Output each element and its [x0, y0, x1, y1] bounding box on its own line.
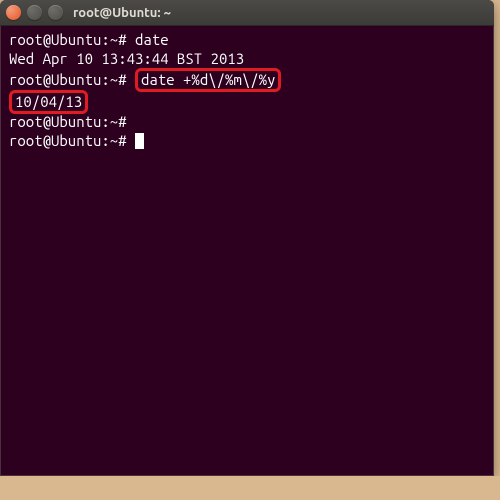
terminal-body[interactable]: root@Ubuntu:~# date Wed Apr 10 13:43:44 …	[0, 26, 494, 476]
terminal-line: 10/04/13	[9, 92, 485, 112]
terminal-line: root@Ubuntu:~# date	[9, 30, 485, 49]
terminal-line: root@Ubuntu:~#	[9, 131, 485, 150]
close-icon[interactable]	[6, 5, 21, 20]
output-text: Wed Apr 10 13:43:44 BST 2013	[9, 50, 244, 67]
terminal-window: root@Ubuntu: ~ root@Ubuntu:~# date Wed A…	[0, 0, 494, 476]
terminal-line: root@Ubuntu:~# date +%d\/%m\/%y	[9, 68, 485, 92]
highlighted-command: date +%d\/%m\/%y	[135, 68, 281, 92]
window-controls	[6, 5, 63, 20]
terminal-line: root@Ubuntu:~#	[9, 112, 485, 131]
prompt: root@Ubuntu:~#	[9, 71, 135, 88]
prompt: root@Ubuntu:~#	[9, 113, 135, 130]
titlebar[interactable]: root@Ubuntu: ~	[0, 0, 494, 26]
prompt: root@Ubuntu:~#	[9, 31, 135, 48]
command-text: date +%d\/%m\/%y	[141, 71, 275, 88]
window-title: root@Ubuntu: ~	[73, 6, 171, 20]
maximize-icon[interactable]	[48, 5, 63, 20]
minimize-icon[interactable]	[27, 5, 42, 20]
terminal-line: Wed Apr 10 13:43:44 BST 2013	[9, 49, 485, 68]
cursor-icon	[135, 133, 144, 149]
highlighted-output: 10/04/13	[9, 90, 88, 114]
output-text: 10/04/13	[15, 93, 82, 110]
prompt: root@Ubuntu:~#	[9, 132, 135, 149]
command-text: date	[135, 31, 169, 48]
desktop-background	[0, 476, 500, 500]
